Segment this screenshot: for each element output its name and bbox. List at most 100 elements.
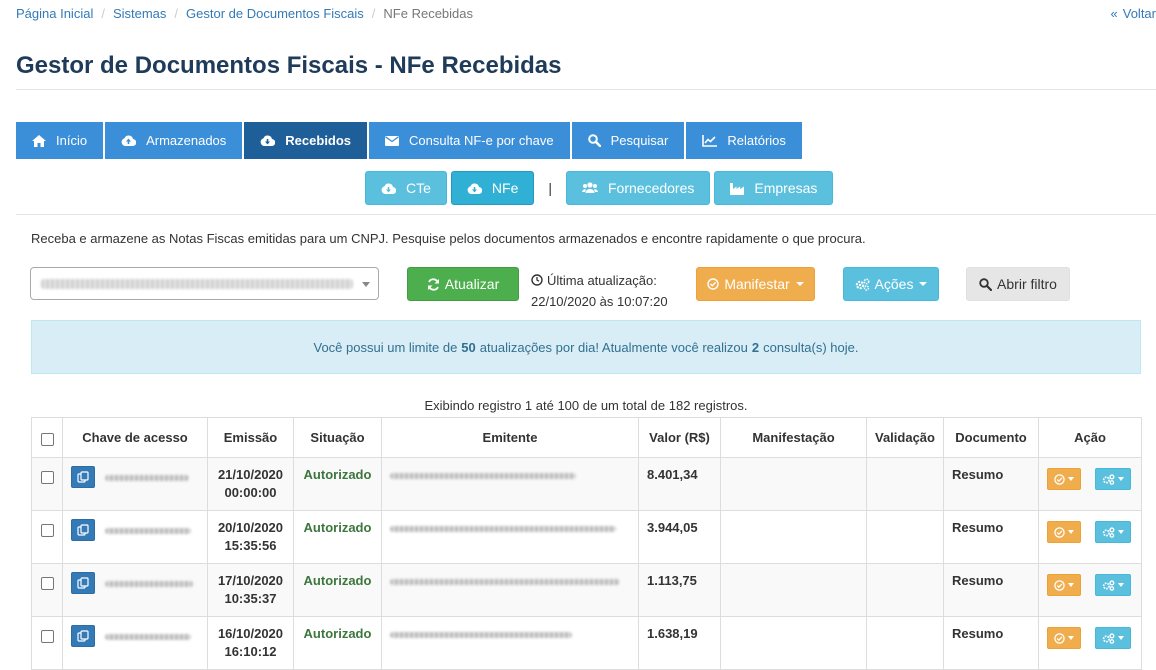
- subtab-label: CTe: [406, 180, 431, 196]
- manifest-cell: [720, 457, 867, 511]
- manifest-cell: [720, 510, 867, 564]
- issue-date-cell: 16/10/2020 16:10:12: [207, 616, 294, 670]
- row-actions-button[interactable]: [1095, 521, 1131, 543]
- copy-icon: [77, 524, 89, 536]
- subtab-cte[interactable]: CTe: [365, 171, 447, 205]
- back-link[interactable]: « Voltar: [1111, 6, 1156, 21]
- issue-time: 16:10:12: [224, 644, 277, 659]
- value-cell: 1.113,75: [638, 563, 721, 617]
- check-circle-icon: [1054, 632, 1065, 644]
- manifest-button[interactable]: Manifestar: [696, 267, 815, 301]
- row-actions-button[interactable]: [1095, 468, 1131, 490]
- copy-key-button[interactable]: [71, 625, 95, 647]
- table-row: 17/10/2020 10:35:37 Autorizado 1.113,75 R…: [31, 563, 1142, 617]
- last-update: Última atualização: 22/10/2020 às 10:07:…: [531, 270, 668, 312]
- issue-date-cell: 17/10/2020 10:35:37: [207, 563, 294, 617]
- issuer-blurred: [390, 579, 620, 585]
- row-manifest-button[interactable]: [1047, 468, 1081, 490]
- row-manifest-button[interactable]: [1047, 574, 1081, 596]
- check-circle-icon: [1054, 579, 1065, 591]
- sub-tabs: CTe NFe | Fornecedores Empresas: [365, 171, 834, 205]
- tab-recebidos[interactable]: Recebidos: [244, 122, 368, 159]
- copy-key-button[interactable]: [71, 519, 95, 541]
- tab-relatorios[interactable]: Relatórios: [686, 122, 802, 159]
- breadcrumb-systems[interactable]: Sistemas: [113, 6, 166, 21]
- document-cell: Resumo: [943, 563, 1039, 617]
- records-summary: Exibindo registro 1 até 100 de um total …: [424, 398, 748, 413]
- row-checkbox[interactable]: [40, 523, 54, 537]
- back-label: Voltar: [1122, 6, 1156, 21]
- col-issuer[interactable]: Emitente: [381, 417, 639, 458]
- caret-down-icon: [795, 282, 804, 286]
- row-checkbox[interactable]: [40, 576, 54, 590]
- issuer-cell: [381, 563, 639, 617]
- gears-icon: [855, 277, 870, 291]
- access-key-blurred: [105, 634, 191, 640]
- info-text-1: Você possui um limite de: [313, 339, 458, 355]
- tab-label: Consulta NF-e por chave: [409, 133, 554, 148]
- company-select[interactable]: [30, 267, 379, 300]
- issuer-blurred: [390, 526, 616, 532]
- users-icon: [582, 182, 598, 194]
- cloud-download-icon: [467, 183, 482, 194]
- row-checkbox[interactable]: [40, 629, 54, 643]
- issue-date: 21/10/2020: [217, 467, 284, 482]
- col-value[interactable]: Valor (R$): [638, 417, 721, 458]
- value-cell: 1.638,19: [638, 616, 721, 670]
- cloud-download-icon: [381, 183, 396, 194]
- table-header-row: Chave de acesso Emissão Situação Emitent…: [31, 417, 1142, 458]
- issue-date-cell: 20/10/2020 15:35:56: [207, 510, 294, 564]
- subtab-label: NFe: [491, 180, 519, 196]
- row-checkbox[interactable]: [40, 470, 54, 484]
- tab-label: Relatórios: [727, 133, 786, 148]
- issue-time: 15:35:56: [224, 538, 277, 553]
- row-select-cell: [31, 563, 63, 617]
- open-filter-button[interactable]: Abrir filtro: [966, 267, 1070, 301]
- breadcrumb-fiscal-manager[interactable]: Gestor de Documentos Fiscais: [186, 6, 364, 21]
- document-cell: Resumo: [943, 510, 1039, 564]
- update-button[interactable]: Atualizar: [407, 267, 519, 301]
- check-circle-icon: [1054, 473, 1065, 485]
- info-text-2: atualizações por dia! Atualmente você re…: [479, 339, 748, 355]
- actions-label: Ações: [874, 276, 914, 292]
- subtab-separator: |: [548, 180, 552, 196]
- validation-cell: [866, 563, 944, 617]
- col-document[interactable]: Documento: [943, 417, 1039, 458]
- validation-cell: [866, 616, 944, 670]
- breadcrumb-home[interactable]: Página Inicial: [16, 6, 93, 21]
- subtab-fornecedores[interactable]: Fornecedores: [566, 171, 711, 205]
- page-title: Gestor de Documentos Fiscais - NFe Receb…: [16, 52, 562, 79]
- subtab-empresas[interactable]: Empresas: [714, 171, 834, 205]
- col-status[interactable]: Situação: [293, 417, 382, 458]
- row-select-cell: [31, 510, 63, 564]
- cloud-upload-icon: [121, 135, 137, 146]
- actions-button[interactable]: Ações: [843, 267, 939, 301]
- copy-key-button[interactable]: [71, 466, 95, 488]
- access-key-cell: [62, 457, 208, 511]
- tab-consulta-nfe[interactable]: Consulta NF-e por chave: [369, 122, 570, 159]
- select-all-checkbox[interactable]: [40, 432, 54, 446]
- tab-pesquisar[interactable]: Pesquisar: [571, 122, 685, 159]
- refresh-icon: [427, 277, 440, 291]
- main-tabs: Início Armazenados Recebidos Consulta NF…: [16, 122, 802, 159]
- row-actions-button[interactable]: [1095, 574, 1131, 596]
- subtab-nfe[interactable]: NFe: [450, 171, 535, 205]
- company-select-blurred-value: [41, 279, 353, 289]
- tab-inicio[interactable]: Início: [16, 122, 104, 159]
- copy-icon: [77, 630, 89, 642]
- col-issue-date[interactable]: Emissão: [207, 417, 294, 458]
- last-update-value: 22/10/2020 às 10:07:20: [531, 294, 668, 309]
- tab-armazenados[interactable]: Armazenados: [105, 122, 243, 159]
- issue-date: 20/10/2020: [217, 520, 284, 535]
- col-manifest[interactable]: Manifestação: [720, 417, 867, 458]
- copy-key-button[interactable]: [71, 572, 95, 594]
- row-manifest-button[interactable]: [1047, 627, 1081, 649]
- col-validation[interactable]: Validação: [866, 417, 944, 458]
- col-access-key[interactable]: Chave de acesso: [62, 417, 208, 458]
- row-manifest-button[interactable]: [1047, 521, 1081, 543]
- access-key-cell: [62, 510, 208, 564]
- action-cell: [1038, 616, 1142, 670]
- gears-icon: [1102, 632, 1115, 644]
- row-actions-button[interactable]: [1095, 627, 1131, 649]
- action-cell: [1038, 563, 1142, 617]
